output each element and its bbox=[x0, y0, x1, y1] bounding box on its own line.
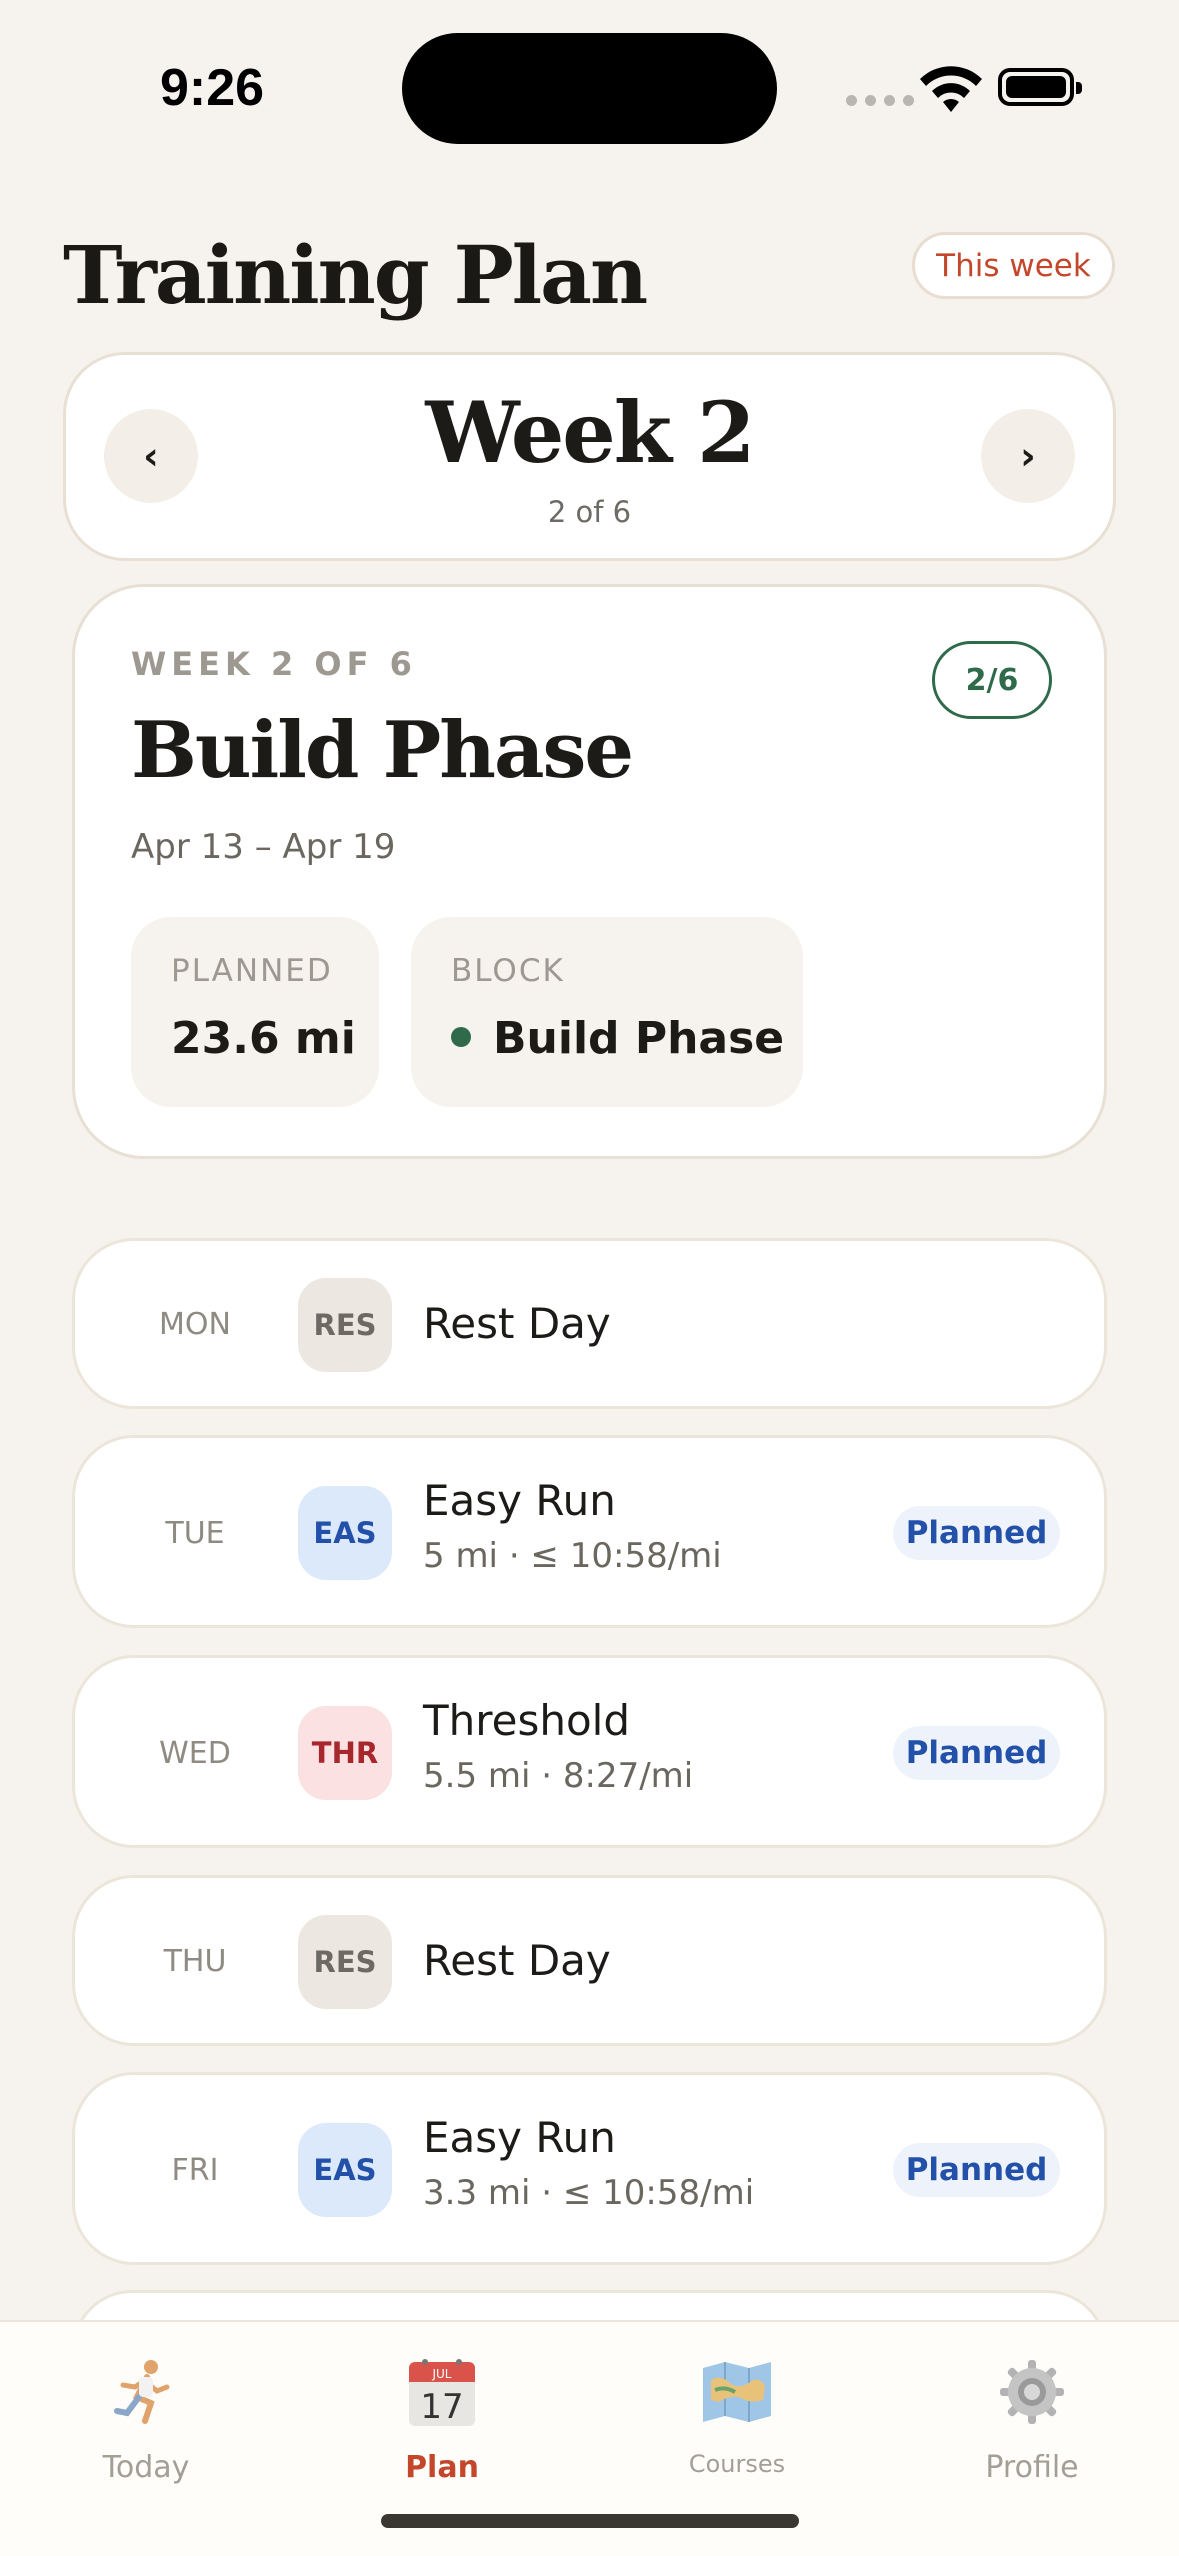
runner-icon bbox=[46, 2352, 246, 2432]
next-week-button[interactable]: › bbox=[981, 409, 1075, 503]
tab-plan[interactable]: JUL 17 Plan bbox=[342, 2352, 542, 2485]
phase-card: WEEK 2 OF 6 2/6 Build Phase Apr 13 – Apr… bbox=[72, 584, 1107, 1159]
week-selector: ‹ Week 2 2 of 6 › bbox=[63, 352, 1116, 561]
tab-label: Courses bbox=[688, 2450, 786, 2478]
week-title: Week 2 bbox=[425, 383, 755, 482]
block-label: BLOCK bbox=[451, 953, 565, 989]
status-badge: Planned bbox=[893, 2143, 1060, 2197]
wifi-icon bbox=[920, 66, 982, 112]
home-indicator[interactable] bbox=[381, 2514, 799, 2528]
workout-type-chip: EAS bbox=[298, 2123, 392, 2217]
tab-profile[interactable]: Profile bbox=[932, 2352, 1132, 2485]
phase-title: Build Phase bbox=[131, 705, 634, 796]
workout-name: Rest Day bbox=[423, 1936, 611, 1985]
page-title: Training Plan bbox=[63, 228, 648, 322]
dynamic-island bbox=[402, 33, 777, 144]
cellular-signal-icon bbox=[846, 95, 914, 106]
workout-name: Threshold bbox=[423, 1696, 630, 1745]
planned-stat: PLANNED 23.6 mi bbox=[131, 917, 379, 1107]
block-value-wrap: Build Phase bbox=[451, 1013, 784, 1064]
tab-today[interactable]: Today bbox=[46, 2352, 246, 2485]
tab-courses[interactable]: Courses bbox=[637, 2352, 837, 2478]
status-badge: Planned bbox=[893, 1506, 1060, 1560]
workout-name: Easy Run bbox=[423, 1476, 616, 1525]
phase-progress-badge: 2/6 bbox=[932, 641, 1052, 719]
status-badge: Planned bbox=[893, 1726, 1060, 1780]
day-label: MON bbox=[159, 1307, 231, 1342]
week-subtitle: 2 of 6 bbox=[547, 495, 632, 529]
block-value: Build Phase bbox=[493, 1013, 785, 1064]
calendar-month: JUL bbox=[431, 2367, 451, 2381]
workout-type-chip: THR bbox=[298, 1706, 392, 1800]
day-label: THU bbox=[163, 1944, 227, 1979]
training-plan-screen: 9:26 Training Plan This week ‹ Week 2 2 … bbox=[0, 0, 1179, 2556]
workout-type-chip: RES bbox=[298, 1278, 392, 1372]
day-label: TUE bbox=[165, 1516, 225, 1551]
day-row-fri[interactable]: FRI EAS Easy Run 3.3 mi · ≤ 10:58/mi Pla… bbox=[72, 2072, 1107, 2265]
day-label: WED bbox=[159, 1736, 231, 1771]
this-week-button[interactable]: This week bbox=[912, 232, 1115, 299]
block-dot-icon bbox=[451, 1027, 471, 1047]
tab-label: Profile bbox=[985, 2450, 1079, 2485]
tab-label: Plan bbox=[405, 2450, 479, 2485]
workout-type-chip: EAS bbox=[298, 1486, 392, 1580]
phase-dates: Apr 13 – Apr 19 bbox=[131, 827, 396, 867]
workout-name: Easy Run bbox=[423, 2113, 616, 2162]
day-row-mon[interactable]: MON RES Rest Day bbox=[72, 1238, 1107, 1409]
map-icon bbox=[637, 2352, 837, 2432]
day-row-wed[interactable]: WED THR Threshold 5.5 mi · 8:27/mi Plann… bbox=[72, 1655, 1107, 1848]
block-stat: BLOCK Build Phase bbox=[411, 917, 803, 1107]
day-row-thu[interactable]: THU RES Rest Day bbox=[72, 1875, 1107, 2046]
day-label: FRI bbox=[171, 2153, 219, 2188]
workout-type-chip: RES bbox=[298, 1915, 392, 2009]
planned-value: 23.6 mi bbox=[171, 1013, 356, 1064]
workout-detail: 5.5 mi · 8:27/mi bbox=[423, 1756, 694, 1796]
calendar-icon: JUL 17 bbox=[342, 2352, 542, 2432]
phase-eyebrow: WEEK 2 OF 6 bbox=[131, 645, 417, 683]
status-time: 9:26 bbox=[160, 59, 265, 117]
workout-detail: 5 mi · ≤ 10:58/mi bbox=[423, 1536, 722, 1576]
workout-name: Rest Day bbox=[423, 1299, 611, 1348]
calendar-day: 17 bbox=[420, 2387, 463, 2427]
tab-label: Today bbox=[102, 2450, 190, 2485]
planned-label: PLANNED bbox=[171, 953, 333, 989]
gear-icon bbox=[932, 2352, 1132, 2432]
day-row-tue[interactable]: TUE EAS Easy Run 5 mi · ≤ 10:58/mi Plann… bbox=[72, 1435, 1107, 1628]
battery-icon bbox=[998, 68, 1082, 106]
workout-detail: 3.3 mi · ≤ 10:58/mi bbox=[423, 2173, 755, 2213]
